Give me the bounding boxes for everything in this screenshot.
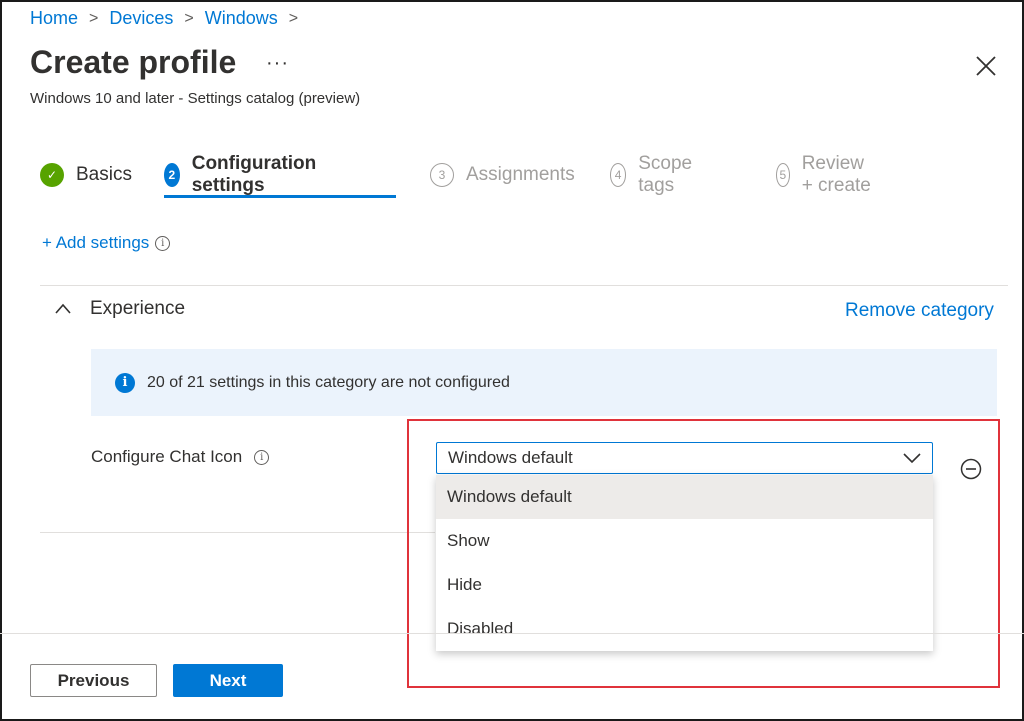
step-label: Basics [76,164,132,185]
step-assignments[interactable]: 3 Assignments [430,158,575,192]
add-settings-label: + Add settings [42,233,150,252]
setting-name: Configure Chat Icon [91,447,243,466]
breadcrumb: Home > Devices > Windows > [30,8,309,29]
breadcrumb-home[interactable]: Home [30,8,78,29]
close-icon[interactable] [974,54,998,78]
category-toggle[interactable]: Experience [54,298,185,320]
info-message-bar: i 20 of 21 settings in this category are… [91,349,997,416]
chevron-right-icon: > [184,9,194,27]
remove-setting-icon[interactable] [960,458,982,480]
dropdown-option-show[interactable]: Show [436,519,933,563]
setting-divider [40,532,435,533]
chevron-right-icon: > [288,9,299,27]
breadcrumb-windows[interactable]: Windows [205,8,278,29]
step-review-create[interactable]: 5 Review + create [776,153,874,196]
info-icon: i [115,372,135,393]
info-icon[interactable]: i [254,449,270,465]
step-configuration-settings[interactable]: 2 Configuration settings [164,153,325,196]
chevron-up-icon [55,303,71,314]
step-label: Review + create [801,153,871,196]
setting-label: Configure Chat Icon i [91,447,270,467]
step-scope-tags[interactable]: 4 Scope tags [610,153,700,196]
step-label: Assignments [466,164,575,185]
remove-category-link[interactable]: Remove category [845,300,994,322]
next-button[interactable]: Next [173,664,283,697]
dropdown-option-disabled[interactable]: Disabled [436,607,933,651]
step-number: 3 [430,163,454,187]
category-name: Experience [90,298,186,319]
step-label: Scope tags [638,153,693,196]
checkmark-icon: ✓ [40,163,64,187]
chat-icon-dropdown[interactable]: Windows default [436,442,933,474]
info-message-text: 20 of 21 settings in this category are n… [147,373,510,391]
page-title: Create profile [30,44,237,80]
footer-divider [0,633,1024,634]
breadcrumb-devices[interactable]: Devices [109,8,173,29]
previous-button[interactable]: Previous [30,664,157,697]
active-step-underline [164,195,396,198]
step-number: 5 [776,163,790,187]
step-label: Configuration settings [191,153,317,196]
step-basics[interactable]: ✓ Basics [40,158,132,192]
section-divider [40,285,1008,286]
more-options-icon[interactable]: ··· [266,52,289,75]
step-number: 2 [164,163,180,187]
dropdown-options-list: Windows default Show Hide Disabled [436,475,933,651]
info-icon[interactable]: i [155,235,171,251]
chevron-down-icon [903,453,921,464]
dropdown-option-windows-default[interactable]: Windows default [436,475,933,519]
chevron-right-icon: > [89,9,99,27]
add-settings-link[interactable]: + Add settings i [42,233,171,253]
dropdown-selected-value: Windows default [448,448,573,467]
dropdown-option-hide[interactable]: Hide [436,563,933,607]
page-subtitle: Windows 10 and later - Settings catalog … [30,90,361,107]
step-number: 4 [610,163,627,187]
